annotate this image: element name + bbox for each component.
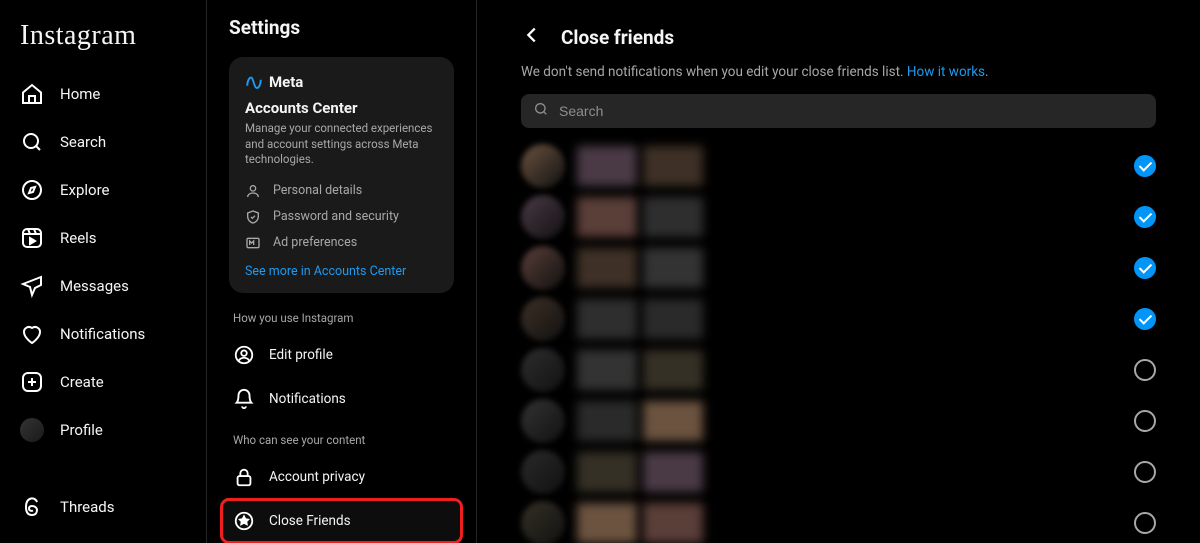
friend-avatar	[521, 450, 565, 494]
friend-toggle[interactable]	[1134, 257, 1156, 279]
friend-toggle[interactable]	[1134, 461, 1156, 483]
lock-icon	[233, 466, 255, 488]
friend-avatar	[521, 144, 565, 188]
instagram-logo[interactable]: Instagram	[12, 8, 194, 70]
friend-toggle[interactable]	[1134, 155, 1156, 177]
threads-icon	[20, 495, 44, 519]
friend-row[interactable]	[521, 191, 1156, 242]
search-input[interactable]	[559, 103, 1144, 119]
person-icon	[245, 183, 261, 199]
messenger-icon	[20, 274, 44, 298]
friend-row[interactable]	[521, 395, 1156, 446]
friend-name-redacted	[577, 350, 1134, 390]
nav-label: Messages	[60, 277, 129, 295]
ad-icon	[245, 235, 261, 251]
friend-row[interactable]	[521, 140, 1156, 191]
friend-avatar	[521, 399, 565, 443]
ac-ad-preferences[interactable]: Ad preferences	[245, 230, 438, 256]
nav-search[interactable]: Search	[12, 118, 194, 166]
nav-label: Create	[60, 373, 104, 391]
friend-name-redacted	[577, 146, 1134, 186]
reels-icon	[20, 226, 44, 250]
shield-icon	[245, 209, 261, 225]
search-icon	[20, 130, 44, 154]
nav-home[interactable]: Home	[12, 70, 194, 118]
settings-close-friends[interactable]: Close Friends	[221, 499, 462, 543]
ac-see-more-link[interactable]: See more in Accounts Center	[245, 264, 438, 279]
nav-label: Explore	[60, 181, 110, 199]
nav-notifications[interactable]: Notifications	[12, 310, 194, 358]
nav-explore[interactable]: Explore	[12, 166, 194, 214]
nav-create[interactable]: Create	[12, 358, 194, 406]
avatar-icon	[20, 418, 44, 442]
friend-toggle[interactable]	[1134, 359, 1156, 381]
settings-edit-profile[interactable]: Edit profile	[221, 333, 462, 377]
section-how-you-use: How you use Instagram	[233, 311, 450, 325]
settings-title: Settings	[229, 16, 454, 39]
search-bar[interactable]	[521, 94, 1156, 128]
friend-avatar	[521, 246, 565, 290]
nav-reels[interactable]: Reels	[12, 214, 194, 262]
home-icon	[20, 82, 44, 106]
friend-avatar	[521, 501, 565, 543]
friend-toggle[interactable]	[1134, 206, 1156, 228]
bell-icon	[233, 388, 255, 410]
friend-name-redacted	[577, 299, 1134, 339]
accounts-center-card[interactable]: Meta Accounts Center Manage your connect…	[229, 57, 454, 293]
friend-avatar	[521, 348, 565, 392]
ac-personal-details[interactable]: Personal details	[245, 178, 438, 204]
friend-name-redacted	[577, 452, 1134, 492]
ac-password-security[interactable]: Password and security	[245, 204, 438, 230]
search-icon	[533, 101, 549, 121]
friend-name-redacted	[577, 197, 1134, 237]
friend-name-redacted	[577, 248, 1134, 288]
star-circle-icon	[233, 510, 255, 532]
nav-label: Profile	[60, 421, 103, 439]
nav-threads[interactable]: Threads	[12, 483, 194, 531]
main-panel: Close friends We don't send notification…	[477, 0, 1200, 543]
nav-label: Search	[60, 133, 106, 151]
friend-toggle[interactable]	[1134, 308, 1156, 330]
nav-messages[interactable]: Messages	[12, 262, 194, 310]
accounts-center-title: Accounts Center	[245, 99, 438, 117]
nav-label: Home	[60, 85, 100, 103]
section-who-can-see: Who can see your content	[233, 433, 450, 447]
page-title: Close friends	[561, 26, 674, 49]
settings-panel: Settings Meta Accounts Center Manage you…	[207, 0, 477, 543]
how-it-works-link[interactable]: How it works	[907, 64, 985, 80]
friend-toggle[interactable]	[1134, 512, 1156, 534]
plus-icon	[20, 370, 44, 394]
heart-icon	[20, 322, 44, 346]
friend-row[interactable]	[521, 242, 1156, 293]
nav-profile[interactable]: Profile	[12, 406, 194, 454]
settings-account-privacy[interactable]: Account privacy	[221, 455, 462, 499]
nav-label: Reels	[60, 229, 97, 247]
settings-notifications[interactable]: Notifications	[221, 377, 462, 421]
friend-row[interactable]	[521, 497, 1156, 543]
subtitle: We don't send notifications when you edi…	[521, 64, 1156, 80]
profile-circle-icon	[233, 344, 255, 366]
compass-icon	[20, 178, 44, 202]
nav-label: Notifications	[60, 325, 145, 343]
friend-avatar	[521, 195, 565, 239]
back-button[interactable]	[521, 24, 543, 50]
friend-name-redacted	[577, 401, 1134, 441]
friend-row[interactable]	[521, 344, 1156, 395]
meta-logo: Meta	[245, 73, 438, 91]
friend-row[interactable]	[521, 446, 1156, 497]
friend-row[interactable]	[521, 293, 1156, 344]
primary-nav: Instagram Home Search Explore Reels Mess…	[0, 0, 207, 543]
friend-toggle[interactable]	[1134, 410, 1156, 432]
friend-name-redacted	[577, 503, 1134, 543]
nav-label: Threads	[60, 498, 114, 516]
friend-list	[521, 140, 1156, 543]
friend-avatar	[521, 297, 565, 341]
accounts-center-desc: Manage your connected experiences and ac…	[245, 121, 438, 168]
